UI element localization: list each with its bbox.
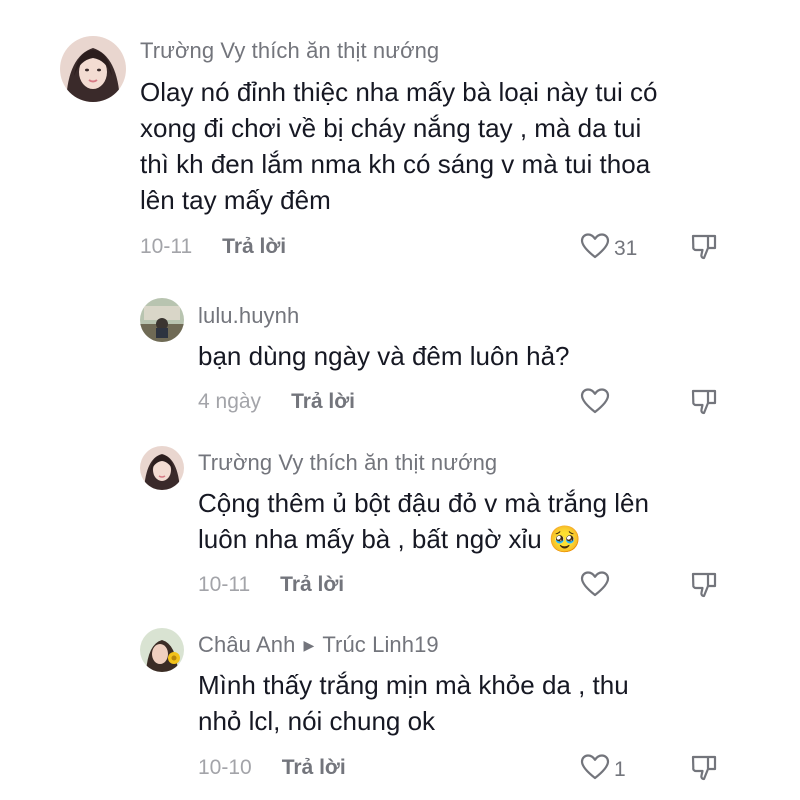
comment-username: Châu Anh ▶ Trúc Linh19 xyxy=(198,632,439,658)
comment-text: bạn dùng ngày và đêm luôn hả? xyxy=(198,341,570,371)
comment-meta: 10-10 Trả lời xyxy=(198,756,346,780)
comment-date: 10-10 xyxy=(198,756,252,779)
avatar[interactable] xyxy=(140,628,184,672)
thumbs-down-icon xyxy=(689,234,719,266)
thumbs-down-icon xyxy=(689,389,719,421)
like-button[interactable] xyxy=(580,570,614,604)
thumbs-down-icon xyxy=(689,755,719,787)
comment-meta: 10-11 Trả lời xyxy=(198,573,344,597)
like-button[interactable]: 31 xyxy=(580,232,637,266)
reply-button[interactable]: Trả lời xyxy=(280,573,344,597)
avatar[interactable] xyxy=(60,36,126,102)
comment-date: 10-11 xyxy=(198,573,251,596)
comment-meta: 4 ngày Trả lời xyxy=(198,390,355,414)
heart-outline-icon xyxy=(580,570,610,604)
dislike-button[interactable] xyxy=(689,753,719,783)
comment-text: Mình thấy trắng mịn mà khỏe da , thu nhỏ… xyxy=(198,670,629,736)
heart-outline-icon xyxy=(580,753,610,787)
comment-date: 10-11 xyxy=(140,235,193,258)
triangle-right-icon: ▶ xyxy=(303,637,315,653)
like-button[interactable]: 1 xyxy=(580,753,626,787)
comment-username[interactable]: Trường Vy thích ăn thịt nướng xyxy=(198,450,497,476)
like-button[interactable] xyxy=(580,387,614,421)
heart-outline-icon xyxy=(580,232,610,266)
reply-button[interactable]: Trả lời xyxy=(222,235,286,259)
avatar[interactable] xyxy=(140,446,184,490)
comment-meta: 10-11 Trả lời xyxy=(140,235,286,259)
comment-text: Olay nó đỉnh thiệc nha mấy bà loại này t… xyxy=(140,77,658,215)
reply-to-user[interactable]: Trúc Linh19 xyxy=(322,632,438,657)
like-count: 31 xyxy=(614,237,638,260)
heart-outline-icon xyxy=(580,387,610,421)
avatar[interactable] xyxy=(140,298,184,342)
reply-author[interactable]: Châu Anh xyxy=(198,632,295,657)
dislike-button[interactable] xyxy=(689,232,719,262)
comment-date: 4 ngày xyxy=(198,390,262,413)
comment-username[interactable]: lulu.huynh xyxy=(198,303,299,329)
thumbs-down-icon xyxy=(689,572,719,604)
reply-button[interactable]: Trả lời xyxy=(291,390,355,414)
comment-text: Cộng thêm ủ bột đậu đỏ v mà trắng lên lu… xyxy=(198,488,649,554)
dislike-button[interactable] xyxy=(689,387,719,417)
comment-username[interactable]: Trường Vy thích ăn thịt nướng xyxy=(140,38,439,64)
reply-button[interactable]: Trả lời xyxy=(282,756,346,780)
like-count: 1 xyxy=(614,758,626,781)
dislike-button[interactable] xyxy=(689,570,719,600)
